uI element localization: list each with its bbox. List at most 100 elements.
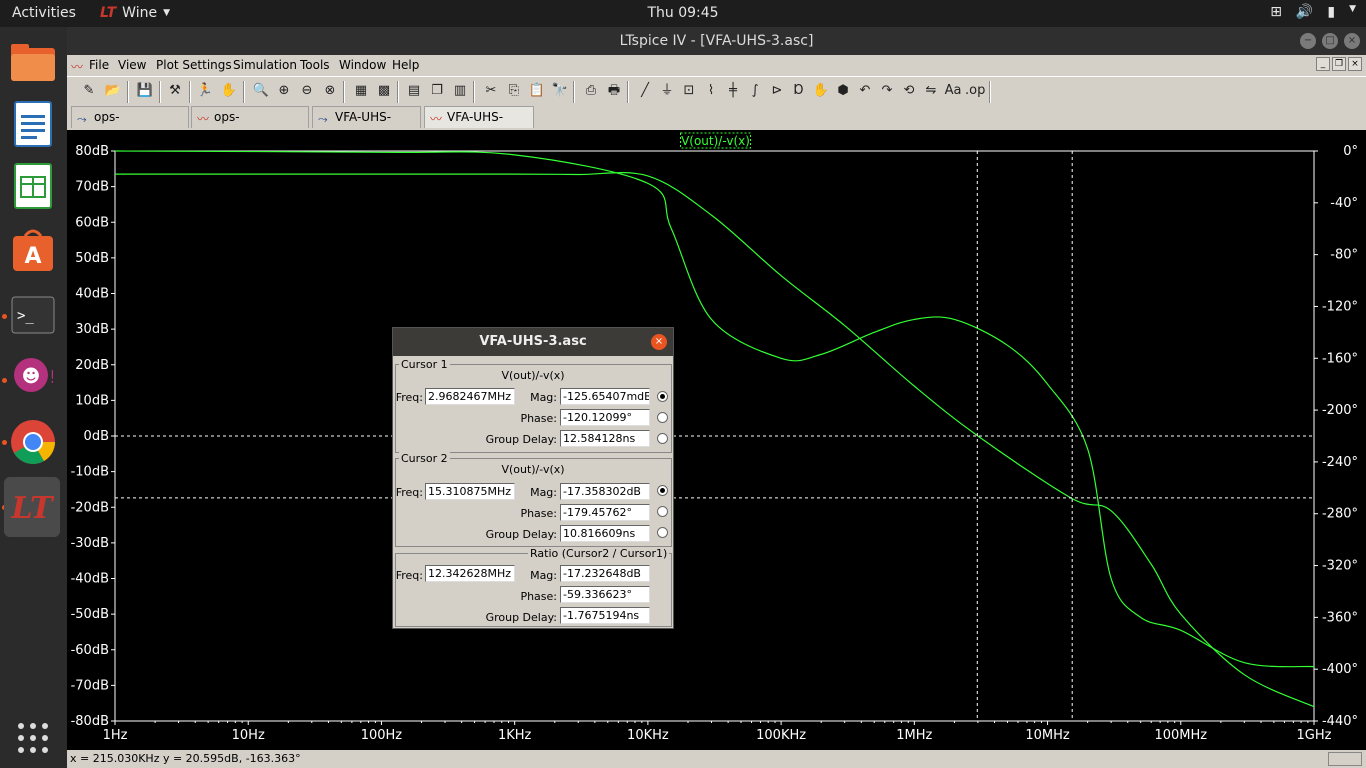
network-icon: ⊞	[1270, 4, 1282, 20]
cursor1-mag-radio[interactable]	[657, 391, 668, 402]
cut-icon[interactable]: ✂	[481, 81, 501, 101]
menu-plot-settings[interactable]: Plot Settings	[156, 58, 232, 72]
cascade-icon[interactable]: ❐	[427, 81, 447, 101]
show-apps-icon[interactable]	[8, 713, 58, 763]
print-preview-icon[interactable]: ⎙	[581, 81, 601, 101]
open-icon[interactable]: 📂	[103, 81, 123, 101]
diode-icon[interactable]: ⊳	[767, 81, 787, 101]
mdi-restore-button[interactable]: ❐	[1332, 57, 1346, 71]
dialog-titlebar[interactable]: VFA-UHS-3.asc ×	[393, 328, 673, 356]
status-bar: x = 215.030KHz y = 20.595dB, -163.363°	[67, 750, 1366, 768]
ratio-freq-field[interactable]: 12.342628MHz	[425, 565, 515, 582]
chrome-icon[interactable]	[8, 417, 58, 467]
resistor-icon[interactable]: ⌇	[701, 81, 721, 101]
ratio-gd-field[interactable]: -1.7675194ns	[560, 607, 650, 624]
maximize-button[interactable]: □	[1322, 33, 1338, 49]
paste-icon[interactable]: 📋	[527, 81, 547, 101]
zoom-area-icon[interactable]: 🔍	[251, 81, 271, 101]
halt-icon[interactable]: ✋	[219, 81, 239, 101]
cursor1-freq-field[interactable]: 2.9682467MHz	[425, 388, 515, 405]
cursor1-phase-field[interactable]: -120.12099°	[560, 409, 650, 426]
waveform-plot[interactable]: 80dB 70dB 60dB 50dB 40dB 30dB 20dB 10dB 0dB -10dB…	[67, 130, 1366, 750]
ratio-mag-field[interactable]: -17.232648dB	[560, 565, 650, 582]
tile-horizontal-icon[interactable]: ▤	[404, 81, 424, 101]
calc-icon[interactable]	[8, 161, 58, 211]
y-left-tick-label: -10dB	[71, 465, 109, 480]
terminal-icon[interactable]: >_	[8, 290, 58, 340]
menu-window[interactable]: Window	[339, 58, 386, 72]
inductor-icon[interactable]: ∫	[745, 81, 765, 101]
run-icon[interactable]: 🏃	[195, 81, 215, 101]
zoom-cancel-icon[interactable]: ⊗	[320, 81, 340, 101]
cursor1-phase-radio[interactable]	[657, 412, 668, 423]
wire-icon[interactable]: ╱	[635, 81, 655, 101]
bode-plot-svg[interactable]: 80dB 70dB 60dB 50dB 40dB 30dB 20dB 10dB 0dB -10dB…	[67, 130, 1366, 750]
close-button[interactable]: ×	[1344, 33, 1360, 49]
cursor2-mag-field[interactable]: -17.358302dB	[560, 483, 650, 500]
waveform-doc-icon[interactable]: 〰	[71, 58, 83, 75]
zoom-in-icon[interactable]: ⊕	[274, 81, 294, 101]
drag-icon[interactable]: ⬢	[833, 81, 853, 101]
cursor2-phase-radio[interactable]	[657, 506, 668, 517]
mirror-icon[interactable]: ⇋	[921, 81, 941, 101]
label-net-icon[interactable]: ⊡	[679, 81, 699, 101]
menu-file[interactable]: File	[89, 58, 109, 72]
chevron-down-icon: ▼	[1349, 4, 1356, 14]
cursor2-freq-field[interactable]: 15.310875MHz	[425, 483, 515, 500]
capacitor-icon[interactable]: ╪	[723, 81, 743, 101]
menu-view[interactable]: View	[118, 58, 146, 72]
redo-icon[interactable]: ↷	[877, 81, 897, 101]
tab-ops-slewrate-asc[interactable]: ⤳ ops-slewrate.asc	[71, 106, 189, 144]
ground-icon[interactable]: ⏚	[657, 81, 677, 101]
spice-directive-icon[interactable]: .op	[965, 81, 985, 101]
cursor2-gd-field[interactable]: 10.816609ns	[560, 525, 650, 542]
cursor2-gd-radio[interactable]	[657, 527, 668, 538]
cursor1-gd-field[interactable]: 12.584128ns	[560, 430, 650, 447]
tab-ops-slewrate-raw[interactable]: 〰 ops-slewrate.raw	[191, 106, 309, 144]
control-panel-icon[interactable]: ⚒	[165, 81, 185, 101]
clock[interactable]: Thu 09:45	[0, 5, 1366, 21]
zoom-out-icon[interactable]: ⊖	[297, 81, 317, 101]
cursor1-mag-field[interactable]: -125.65407mdB	[560, 388, 650, 405]
podcast-app-icon[interactable]: ☻!	[8, 353, 58, 403]
component-icon[interactable]: Ɒ	[789, 81, 809, 101]
fft-icon[interactable]: ▩	[374, 81, 394, 101]
toolbar-separator	[397, 81, 399, 103]
cursor1-gd-radio[interactable]	[657, 433, 668, 444]
x-tick-label: 100Hz	[361, 728, 403, 743]
save-icon[interactable]: 💾	[135, 81, 155, 101]
mdi-minimize-button[interactable]: _	[1316, 57, 1330, 71]
new-schematic-icon[interactable]: ✎	[79, 81, 99, 101]
cursor2-phase-field[interactable]: -179.45762°	[560, 504, 650, 521]
dock: A >_ ☻! LT	[0, 27, 67, 768]
tab-vfa-uhs-3-waveform[interactable]: 〰 VFA-UHS-3.asc	[424, 106, 534, 144]
cursor2-mag-radio[interactable]	[657, 485, 668, 496]
ratio-phase-field[interactable]: -59.336623°	[560, 586, 650, 603]
autorange-icon[interactable]: ▦	[351, 81, 371, 101]
text-icon[interactable]: Aa	[943, 81, 963, 101]
writer-icon[interactable]	[8, 99, 58, 149]
tile-vertical-icon[interactable]: ▥	[450, 81, 470, 101]
menu-simulation[interactable]: Simulation	[233, 58, 297, 72]
minimize-button[interactable]: −	[1300, 33, 1316, 49]
move-icon[interactable]: ✋	[811, 81, 831, 101]
copy-icon[interactable]: ⎘	[504, 81, 524, 101]
menu-tools[interactable]: Tools	[300, 58, 330, 72]
find-icon[interactable]: 🔭	[550, 81, 570, 101]
files-icon[interactable]	[8, 37, 58, 87]
window-titlebar[interactable]: LTspice IV - [VFA-UHS-3.asc] − □ ×	[67, 27, 1366, 55]
system-tray[interactable]: ⊞ 🔊 ▮ ▼	[1270, 4, 1356, 20]
document-tabs: ⤳ ops-slewrate.asc 〰 ops-slewrate.raw ⤳ …	[67, 104, 1366, 144]
undo-icon[interactable]: ↶	[855, 81, 875, 101]
tab-vfa-uhs-3-schematic[interactable]: ⤳ VFA-UHS-3.asc	[312, 106, 421, 144]
ltspice-dock-icon[interactable]: LT	[4, 477, 60, 537]
magnitude-trace	[115, 172, 1315, 708]
menu-help[interactable]: Help	[392, 58, 419, 72]
software-center-icon[interactable]: A	[8, 225, 58, 275]
print-icon[interactable]: 🖶	[604, 81, 624, 101]
mdi-close-button[interactable]: ×	[1348, 57, 1362, 71]
cursor-dialog[interactable]: VFA-UHS-3.asc × Cursor 1 V(out)/-v(x) Fr…	[392, 327, 674, 629]
dialog-close-button[interactable]: ×	[651, 334, 667, 350]
rotate-icon[interactable]: ⟲	[899, 81, 919, 101]
schematic-icon: ⤳	[318, 112, 328, 126]
